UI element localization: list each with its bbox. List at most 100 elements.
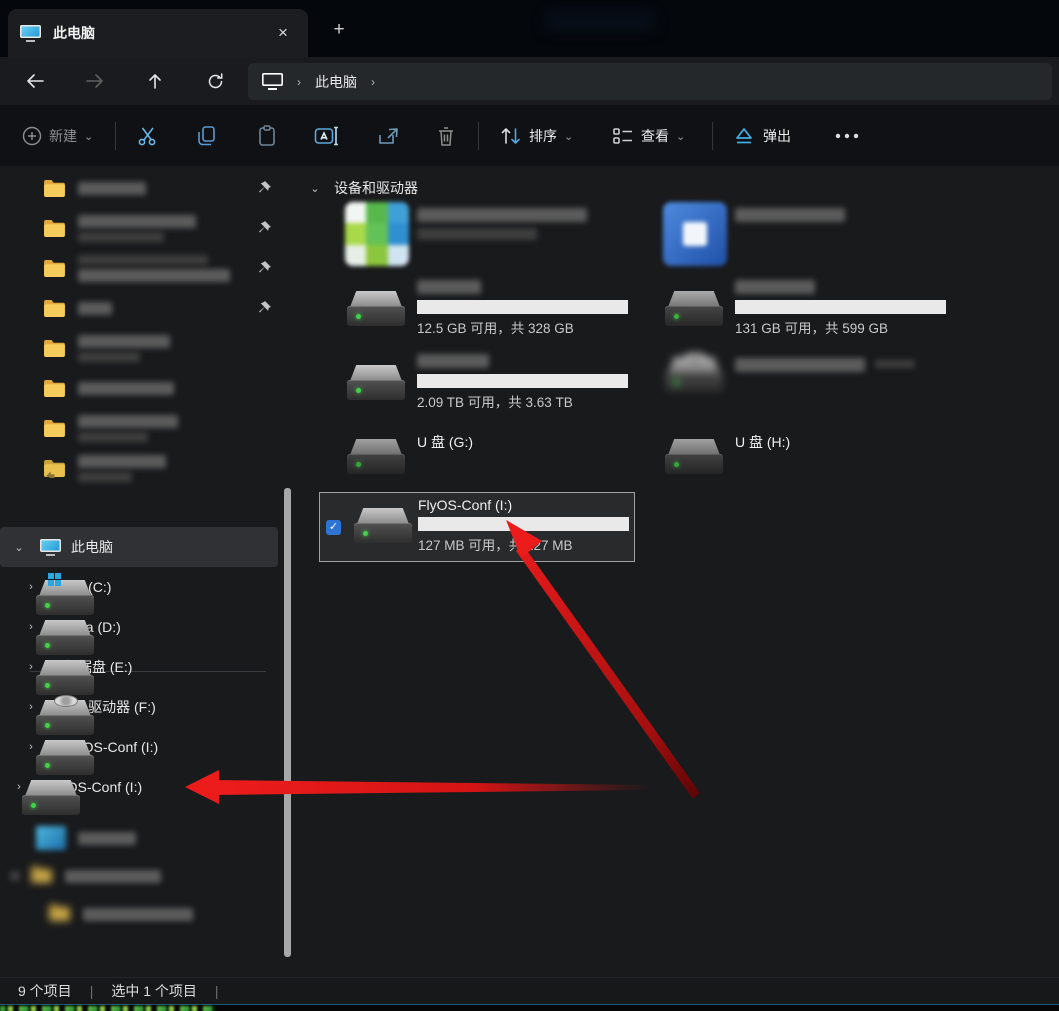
toolbar-divider [115,122,116,150]
capacity-bar [417,300,628,314]
pin-icon [255,219,273,237]
network-icon [36,826,66,850]
content-pane: ⌄ 设备和驱动器 12.5 GB 可用，共 328 GB 131 GB 可用，共… [298,166,1059,977]
new-button[interactable]: 新建⌄ [22,119,93,153]
sidebar-pinned-folder[interactable] [0,248,278,288]
sidebar-item-redacted[interactable] [0,856,278,896]
up-button[interactable] [140,67,170,95]
share-icon [376,125,400,147]
tile-redacted-app[interactable] [637,200,951,268]
chevron-right-icon[interactable]: › [24,741,38,753]
windows-badge-icon [48,573,61,586]
sidebar-pinned-folder[interactable] [0,208,278,248]
share-button[interactable] [376,119,400,153]
navigation-bar: › 此电脑 › [0,57,1059,105]
sidebar-item-flyos-conf-2[interactable]: › FlyOS-Conf (I:) [0,767,278,807]
capacity-bar [418,517,629,531]
paste-button[interactable] [256,119,278,153]
cut-button[interactable] [136,119,160,153]
selection-count: 选中 1 个项目 [111,981,197,1001]
ellipsis-icon [834,132,860,140]
capacity-text: 12.5 GB 可用，共 328 GB [417,317,574,337]
rename-icon [314,125,340,147]
sidebar-item-data-e[interactable]: › 数据盘 (E:) [0,647,278,687]
folder-icon [43,219,66,238]
sidebar: ⌄ 此电脑 › OS (C:) › Data (D:) › 数据盘 (E:) ›… [0,166,298,977]
delete-button[interactable] [436,119,456,153]
toolbar-divider [478,122,479,150]
chevron-right-icon[interactable]: › [24,701,38,713]
capacity-text: 131 GB 可用，共 599 GB [735,317,888,337]
tab-close-icon[interactable]: × [270,20,296,46]
drive-icon [354,507,412,545]
item-count: 9 个项目 [18,981,72,1001]
forward-button[interactable] [80,67,110,95]
drive-name: U 盘 (H:) [735,432,790,452]
back-button[interactable] [20,67,50,95]
usb-drive-icon [347,438,405,476]
sidebar-item-os-c[interactable]: › OS (C:) [0,567,278,607]
sidebar-item-redacted[interactable] [0,818,278,858]
chevron-right-icon[interactable]: › [24,661,38,673]
drive-name: FlyOS-Conf (I:) [418,495,512,515]
app-icon [345,202,409,266]
tile-usb-h[interactable]: U 盘 (H:) [637,424,951,492]
copy-button[interactable] [196,119,218,153]
pin-icon [255,179,273,197]
chevron-right-icon[interactable]: › [12,781,26,793]
tile-drive-redacted[interactable]: 12.5 GB 可用，共 328 GB [319,276,633,344]
breadcrumb-chevron-icon[interactable]: › [371,75,375,89]
refresh-button[interactable] [200,67,230,95]
capacity-bar [417,374,628,388]
chevron-down-icon[interactable]: ⌄ [308,182,322,195]
scissors-icon [136,124,160,148]
selection-checkbox[interactable]: ✓ [326,520,341,535]
new-tab-button[interactable]: + [325,16,353,44]
sidebar-folder[interactable] [0,408,278,448]
breadcrumb-item-this-pc[interactable]: 此电脑 [315,72,357,92]
tile-drive-redacted[interactable]: 131 GB 可用，共 599 GB [637,276,951,344]
sidebar-folder[interactable] [0,328,278,368]
sidebar-item-redacted[interactable] [0,894,278,934]
sidebar-item-this-pc[interactable]: ⌄ 此电脑 [0,527,278,567]
breadcrumb[interactable]: › 此电脑 › [248,63,1052,100]
tile-flyos-conf-selected[interactable]: ✓ FlyOS-Conf (I:) 127 MB 可用，共 127 MB [319,492,635,562]
folder-shortcut-icon [43,459,66,478]
tile-drive-redacted[interactable]: 2.09 TB 可用，共 3.63 TB [319,350,633,418]
sidebar-pinned-folder[interactable] [0,168,278,208]
chevron-right-icon[interactable]: › [24,621,38,633]
view-button[interactable]: 查看⌄ [612,119,685,153]
title-bar: 此电脑 × + [0,0,1059,57]
sidebar-scrollbar[interactable] [284,488,291,957]
drive-icon [347,364,405,402]
sort-button[interactable]: 排序⌄ [500,119,573,153]
chevron-right-icon[interactable]: › [24,581,38,593]
copy-icon [196,124,218,148]
drive-name: U 盘 (G:) [417,432,473,452]
sidebar-pinned-folder[interactable] [0,288,278,328]
view-list-icon [612,126,634,146]
plus-circle-icon [22,126,42,146]
drive-icon [665,290,723,328]
section-title: 设备和驱动器 [334,178,418,198]
folder-icon [43,299,66,318]
sidebar-item-data-d[interactable]: › Data (D:) [0,607,278,647]
chevron-down-icon[interactable]: ⌄ [12,541,26,554]
sidebar-item-cd-f[interactable]: › CD 驱动器 (F:) [0,687,278,727]
cd-drive-icon [665,356,723,394]
tile-drive-redacted[interactable] [637,350,951,418]
tile-redacted-app[interactable] [319,200,633,268]
file-explorer-window: 此电脑 × + › 此电脑 › 新建⌄ [0,0,1059,1011]
clipboard-icon [256,124,278,148]
rename-button[interactable] [314,119,340,153]
breadcrumb-chevron-icon: › [297,75,301,89]
sidebar-folder[interactable] [0,368,278,408]
section-devices-and-drives[interactable]: ⌄ 设备和驱动器 [308,178,418,198]
tile-usb-g[interactable]: U 盘 (G:) [319,424,633,492]
tab-this-pc[interactable]: 此电脑 × [8,9,308,57]
eject-button[interactable]: 弹出 [732,119,791,153]
more-options-button[interactable] [834,119,860,153]
sidebar-folder[interactable] [0,448,278,488]
sidebar-item-flyos-conf-1[interactable]: › FlyOS-Conf (I:) [0,727,278,767]
eject-icon [732,125,756,147]
